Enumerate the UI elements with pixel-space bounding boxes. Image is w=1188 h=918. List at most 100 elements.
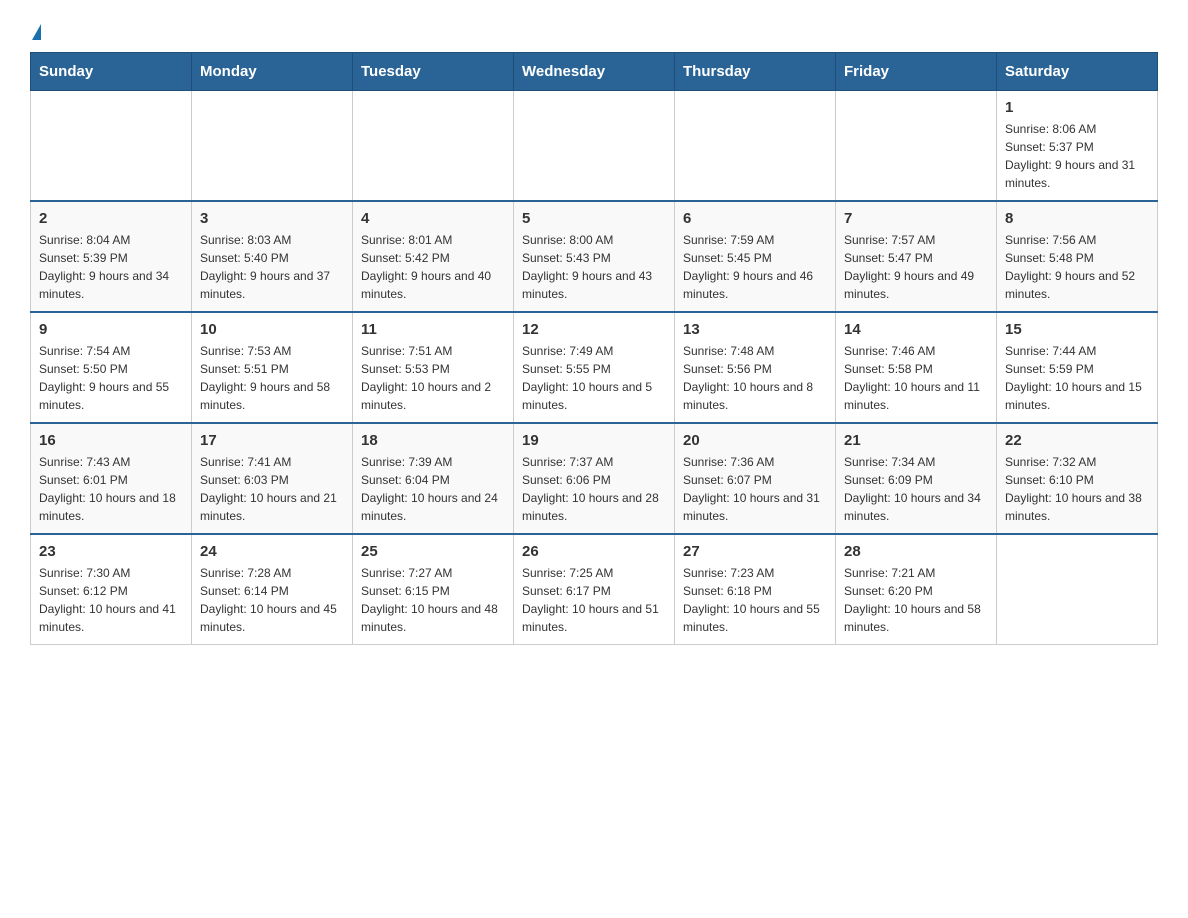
calendar-cell <box>192 91 353 202</box>
weekday-header-tuesday: Tuesday <box>353 53 514 91</box>
calendar-week-2: 2Sunrise: 8:04 AMSunset: 5:39 PMDaylight… <box>31 201 1158 312</box>
day-number: 27 <box>683 543 827 560</box>
calendar-cell: 17 Sunrise: 7:41 AMSunset: 6:03 PMDayligh… <box>192 423 353 534</box>
day-number: 25 <box>361 543 505 560</box>
day-info: Sunrise: 7:46 AMSunset: 5:58 PMDaylight:… <box>844 342 988 414</box>
day-info: Sunrise: 7:51 AMSunset: 5:53 PMDaylight:… <box>361 342 505 414</box>
calendar-cell: 1Sunrise: 8:06 AMSunset: 5:37 PMDaylight… <box>997 91 1158 202</box>
calendar-cell: 3 Sunrise: 8:03 AMSunset: 5:40 PMDaylight… <box>192 201 353 312</box>
day-number: 26 <box>522 543 666 560</box>
day-number: 16 <box>39 432 183 449</box>
calendar-cell <box>353 91 514 202</box>
day-number: 6 <box>683 210 827 227</box>
logo-triangle-icon <box>32 24 41 40</box>
calendar-cell: 28 Sunrise: 7:21 AMSunset: 6:20 PMDayligh… <box>836 534 997 645</box>
calendar-cell: 16Sunrise: 7:43 AMSunset: 6:01 PMDayligh… <box>31 423 192 534</box>
calendar-cell: 14 Sunrise: 7:46 AMSunset: 5:58 PMDayligh… <box>836 312 997 423</box>
calendar-cell: 25 Sunrise: 7:27 AMSunset: 6:15 PMDayligh… <box>353 534 514 645</box>
day-number: 10 <box>200 321 344 338</box>
calendar-week-5: 23 Sunrise: 7:30 AMSunset: 6:12 PMDayligh… <box>31 534 1158 645</box>
calendar-cell <box>675 91 836 202</box>
calendar-cell: 24Sunrise: 7:28 AMSunset: 6:14 PMDayligh… <box>192 534 353 645</box>
day-info: Sunrise: 7:23 AMSunset: 6:18 PMDaylight:… <box>683 564 827 636</box>
calendar-cell: 21 Sunrise: 7:34 AMSunset: 6:09 PMDayligh… <box>836 423 997 534</box>
day-info: Sunrise: 7:49 AMSunset: 5:55 PMDaylight:… <box>522 342 666 414</box>
day-number: 1 <box>1005 99 1149 116</box>
day-info: Sunrise: 7:34 AMSunset: 6:09 PMDaylight:… <box>844 453 988 525</box>
calendar-cell: 19 Sunrise: 7:37 AMSunset: 6:06 PMDayligh… <box>514 423 675 534</box>
calendar-cell <box>31 91 192 202</box>
calendar-cell <box>836 91 997 202</box>
day-number: 28 <box>844 543 988 560</box>
day-info: Sunrise: 7:30 AMSunset: 6:12 PMDaylight:… <box>39 564 183 636</box>
calendar-cell: 13 Sunrise: 7:48 AMSunset: 5:56 PMDayligh… <box>675 312 836 423</box>
calendar-cell: 6 Sunrise: 7:59 AMSunset: 5:45 PMDaylight… <box>675 201 836 312</box>
day-number: 21 <box>844 432 988 449</box>
logo <box>30 20 41 42</box>
day-info: Sunrise: 7:32 AMSunset: 6:10 PMDaylight:… <box>1005 453 1149 525</box>
day-number: 23 <box>39 543 183 560</box>
page-header <box>30 20 1158 42</box>
day-info: Sunrise: 8:01 AMSunset: 5:42 PMDaylight:… <box>361 231 505 303</box>
day-info: Sunrise: 7:27 AMSunset: 6:15 PMDaylight:… <box>361 564 505 636</box>
weekday-header-saturday: Saturday <box>997 53 1158 91</box>
calendar-cell: 10 Sunrise: 7:53 AMSunset: 5:51 PMDayligh… <box>192 312 353 423</box>
calendar-cell: 26 Sunrise: 7:25 AMSunset: 6:17 PMDayligh… <box>514 534 675 645</box>
calendar-cell <box>514 91 675 202</box>
day-info: Sunrise: 7:57 AMSunset: 5:47 PMDaylight:… <box>844 231 988 303</box>
day-info: Sunrise: 7:36 AMSunset: 6:07 PMDaylight:… <box>683 453 827 525</box>
day-number: 12 <box>522 321 666 338</box>
day-number: 14 <box>844 321 988 338</box>
day-info: Sunrise: 7:53 AMSunset: 5:51 PMDaylight:… <box>200 342 344 414</box>
day-info: Sunrise: 8:03 AMSunset: 5:40 PMDaylight:… <box>200 231 344 303</box>
calendar-cell: 12 Sunrise: 7:49 AMSunset: 5:55 PMDayligh… <box>514 312 675 423</box>
day-number: 17 <box>200 432 344 449</box>
day-number: 11 <box>361 321 505 338</box>
day-number: 5 <box>522 210 666 227</box>
day-info: Sunrise: 7:25 AMSunset: 6:17 PMDaylight:… <box>522 564 666 636</box>
calendar-cell: 9 Sunrise: 7:54 AMSunset: 5:50 PMDaylight… <box>31 312 192 423</box>
day-info: Sunrise: 7:21 AMSunset: 6:20 PMDaylight:… <box>844 564 988 636</box>
day-number: 7 <box>844 210 988 227</box>
weekday-header-wednesday: Wednesday <box>514 53 675 91</box>
day-info: Sunrise: 8:00 AMSunset: 5:43 PMDaylight:… <box>522 231 666 303</box>
calendar-cell: 20 Sunrise: 7:36 AMSunset: 6:07 PMDayligh… <box>675 423 836 534</box>
day-info: Sunrise: 7:59 AMSunset: 5:45 PMDaylight:… <box>683 231 827 303</box>
day-number: 22 <box>1005 432 1149 449</box>
calendar-cell: 2Sunrise: 8:04 AMSunset: 5:39 PMDaylight… <box>31 201 192 312</box>
calendar-week-1: 1Sunrise: 8:06 AMSunset: 5:37 PMDaylight… <box>31 91 1158 202</box>
calendar-week-3: 9 Sunrise: 7:54 AMSunset: 5:50 PMDaylight… <box>31 312 1158 423</box>
day-info: Sunrise: 7:37 AMSunset: 6:06 PMDaylight:… <box>522 453 666 525</box>
day-info: Sunrise: 7:44 AMSunset: 5:59 PMDaylight:… <box>1005 342 1149 414</box>
day-number: 3 <box>200 210 344 227</box>
calendar-cell <box>997 534 1158 645</box>
calendar-cell: 8 Sunrise: 7:56 AMSunset: 5:48 PMDaylight… <box>997 201 1158 312</box>
day-number: 9 <box>39 321 183 338</box>
calendar-table: SundayMondayTuesdayWednesdayThursdayFrid… <box>30 52 1158 645</box>
calendar-cell: 15 Sunrise: 7:44 AMSunset: 5:59 PMDayligh… <box>997 312 1158 423</box>
weekday-header-sunday: Sunday <box>31 53 192 91</box>
day-number: 24 <box>200 543 344 560</box>
calendar-cell: 11 Sunrise: 7:51 AMSunset: 5:53 PMDayligh… <box>353 312 514 423</box>
day-info: Sunrise: 8:04 AMSunset: 5:39 PMDaylight:… <box>39 231 183 303</box>
day-number: 20 <box>683 432 827 449</box>
calendar-week-4: 16Sunrise: 7:43 AMSunset: 6:01 PMDayligh… <box>31 423 1158 534</box>
day-number: 15 <box>1005 321 1149 338</box>
weekday-header-friday: Friday <box>836 53 997 91</box>
day-number: 19 <box>522 432 666 449</box>
day-number: 4 <box>361 210 505 227</box>
calendar-cell: 5 Sunrise: 8:00 AMSunset: 5:43 PMDaylight… <box>514 201 675 312</box>
calendar-cell: 7 Sunrise: 7:57 AMSunset: 5:47 PMDaylight… <box>836 201 997 312</box>
calendar-cell: 4 Sunrise: 8:01 AMSunset: 5:42 PMDaylight… <box>353 201 514 312</box>
calendar-cell: 18Sunrise: 7:39 AMSunset: 6:04 PMDayligh… <box>353 423 514 534</box>
day-info: Sunrise: 7:48 AMSunset: 5:56 PMDaylight:… <box>683 342 827 414</box>
weekday-header-row: SundayMondayTuesdayWednesdayThursdayFrid… <box>31 53 1158 91</box>
calendar-cell: 23 Sunrise: 7:30 AMSunset: 6:12 PMDayligh… <box>31 534 192 645</box>
day-number: 8 <box>1005 210 1149 227</box>
day-number: 13 <box>683 321 827 338</box>
day-info: Sunrise: 7:56 AMSunset: 5:48 PMDaylight:… <box>1005 231 1149 303</box>
day-info: Sunrise: 7:54 AMSunset: 5:50 PMDaylight:… <box>39 342 183 414</box>
day-number: 18 <box>361 432 505 449</box>
calendar-cell: 22 Sunrise: 7:32 AMSunset: 6:10 PMDayligh… <box>997 423 1158 534</box>
day-info: Sunrise: 7:41 AMSunset: 6:03 PMDaylight:… <box>200 453 344 525</box>
